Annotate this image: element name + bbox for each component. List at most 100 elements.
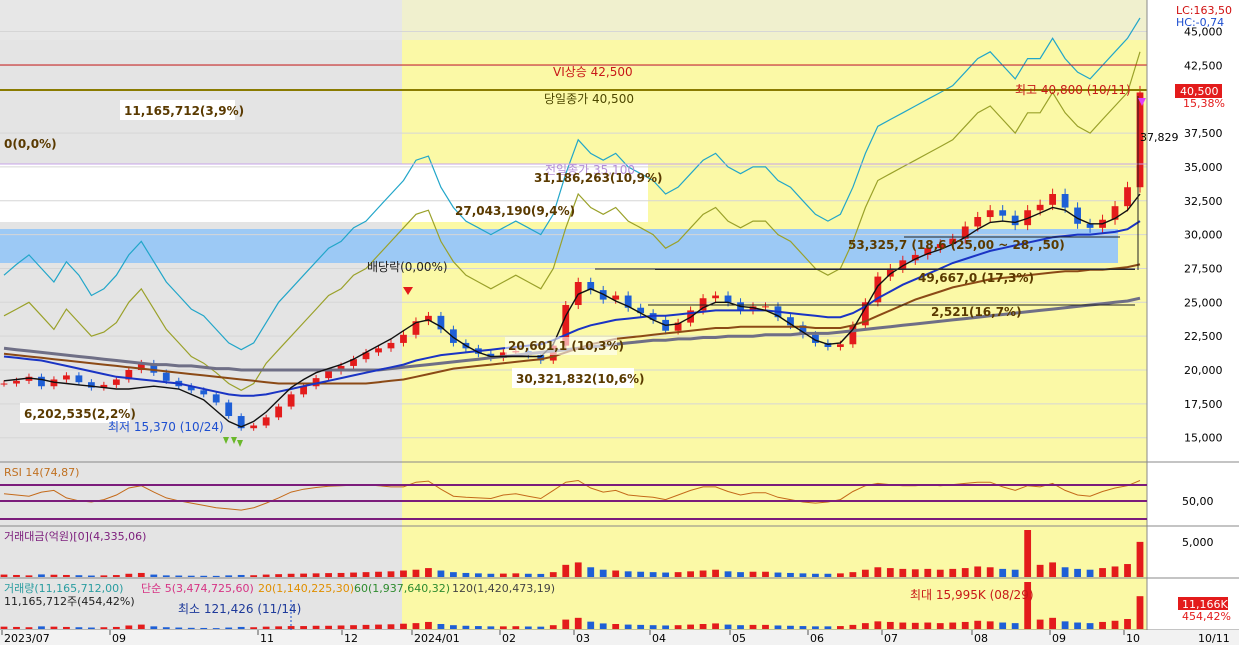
amount-bar [574,562,582,577]
amount-bar [100,575,108,577]
amount-bar [450,572,457,577]
volume-bar [187,627,195,629]
candle-body [699,298,707,311]
amount-bar [38,574,45,577]
amount-bar [425,568,432,577]
volume-bar [936,623,944,629]
candle-body [986,210,994,218]
volume-bar [886,621,894,629]
volume-bar [861,623,869,629]
volume-bar [687,624,694,629]
amount-bar [187,575,195,577]
amount-bar [474,573,482,577]
volume-bar [637,624,645,629]
price-tick: 35,000 [1184,161,1223,174]
amount-bar [137,572,145,577]
amount-bar [287,573,295,577]
amount-bar [400,570,407,577]
candle-body [1036,204,1044,211]
volume-bar [874,621,882,629]
chart-svg: 45,00042,50037,50035,00032,50030,00027,5… [0,0,1239,645]
volume-bar [0,626,8,629]
amount-bar [0,574,8,577]
vol-annotation-2: 31,186,263(10,9%) [534,171,663,185]
volume-max-label: 최대 15,995K (08/29) [910,588,1034,602]
x-tick-label: 04 [652,632,666,645]
x-tick-label: 2024/01 [414,632,460,645]
price-tick: 32,500 [1184,195,1223,208]
candle-body [1074,207,1081,224]
amount-bar [1111,566,1119,577]
amount-bar [25,575,33,577]
candle-body [974,217,982,227]
x-tick-label: 03 [576,632,590,645]
amount-bar [112,575,120,577]
candle-body [75,375,83,383]
volume-bar [1061,621,1069,629]
amount-bar [999,568,1007,577]
volume-bar [986,621,994,629]
amount-bar [612,570,620,577]
amount-bar [487,573,495,577]
amount-bar [275,574,283,577]
volume-bar [737,625,744,629]
amount-bar [1049,562,1057,577]
volume-bar [512,626,520,629]
price-tick: 27,500 [1184,262,1223,275]
volume-bar [474,626,482,629]
amount-tick: 5,000 [1182,536,1214,549]
volume-bar [237,626,245,629]
candle-body [1049,194,1057,205]
amount-bar [212,575,220,577]
amount-bar [861,569,869,577]
volume-bar [961,621,969,629]
rsi-tick: 50,00 [1182,495,1214,508]
volume-bar [587,621,595,629]
candle-body [1124,187,1131,207]
vol-annotation-9: 6,202,535(2,2%) [24,407,136,421]
price-tick: 37,500 [1184,127,1223,140]
amount-label: 거래대금(억원)[0](4,335,06) [4,530,146,543]
volume-bar [200,627,208,629]
price-tick: 22,500 [1184,330,1223,343]
volume-bar [812,626,819,629]
volume-bar [262,626,270,629]
stock-chart: 45,000 42,500 37,500 35,000 32,500 30,000 27,5… [0,0,1239,645]
amount-bar [624,571,632,577]
volume-bar [624,624,632,629]
volume-bar [150,626,158,629]
candle-body [387,342,395,349]
rsi-label: RSI 14(74,87) [4,466,79,479]
volume-bar [524,626,532,629]
amount-bar [762,571,769,577]
volume-bar [300,626,308,629]
volume-bar [275,626,283,629]
amount-bar [549,572,557,577]
header-strip [0,0,1147,40]
vol-annotation-1: 11,165,712(3,9%) [124,104,244,118]
amount-bar [724,571,732,577]
vol-annotation-4: 53,325,7 (18,6 (25,00 ~ 28, ,50) [848,238,1065,252]
amount-bar [250,575,258,577]
amount-bar [1036,564,1044,577]
price-tick: 15,000 [1184,432,1223,445]
candle-body [375,348,382,353]
x-tick-label: 2023/07 [4,632,50,645]
amount-bar [712,569,719,577]
x-tick-label: 10/11 [1198,632,1230,645]
amount-bar [899,568,907,577]
vol-annotation-8: 30,321,832(10,6%) [516,372,645,386]
volume-bar [325,625,332,629]
hc-label: HC:-0,74 [1176,16,1224,29]
volume-bar [1124,619,1131,629]
amount-bar [587,567,595,577]
volume-bar [337,625,345,629]
amount-bar [599,569,607,577]
amount-bar [412,569,420,577]
volume-legend-4: 120(1,420,473,19) [452,582,555,595]
volume-legend-1: 단순 5(3,474,725,60) [141,582,254,595]
x-tick-label: 11 [260,632,274,645]
volume-bar [924,622,932,629]
amount-bar [824,573,832,577]
amount-bar [662,572,670,577]
